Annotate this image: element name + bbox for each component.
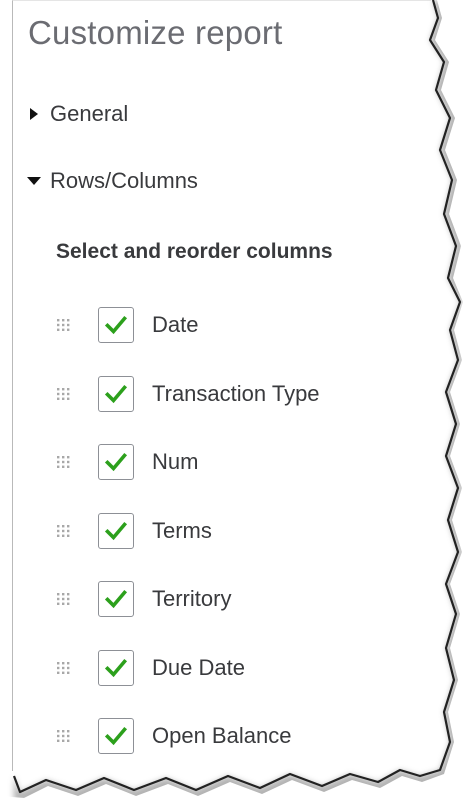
column-checkbox-transaction-type[interactable] [98, 375, 134, 412]
column-label: Transaction Type [152, 380, 320, 406]
column-label: Terms [152, 517, 212, 543]
checkmark-icon [104, 521, 128, 540]
column-label: Open Balance [152, 723, 292, 748]
drag-handle-icon[interactable] [56, 524, 74, 538]
column-checkbox-date[interactable] [98, 307, 134, 343]
column-item-date[interactable]: Date [56, 305, 198, 345]
checkmark-icon [104, 589, 128, 609]
column-label: Num [152, 449, 199, 474]
checkmark-icon [104, 658, 128, 677]
column-item-territory[interactable]: Territory [56, 579, 231, 619]
select-reorder-columns-heading: Select and reorder columns [56, 240, 333, 263]
column-checkbox-open-balance[interactable] [98, 718, 134, 754]
drag-handle-icon[interactable] [56, 387, 74, 401]
column-item-terms[interactable]: Terms [56, 511, 212, 551]
section-general-toggle[interactable]: General [26, 101, 128, 127]
column-checkbox-territory[interactable] [98, 581, 134, 617]
caret-down-icon [27, 177, 41, 185]
checkmark-icon [104, 452, 128, 472]
drag-handle-icon[interactable] [56, 455, 74, 469]
section-rows-columns-label: Rows/Columns [50, 168, 198, 193]
checkmark-icon [104, 726, 128, 746]
caret-right-icon [30, 108, 38, 120]
column-item-num[interactable]: Num [56, 442, 198, 482]
section-rows-columns-toggle[interactable]: Rows/Columns [26, 168, 198, 194]
drag-handle-icon[interactable] [56, 592, 74, 606]
column-label: Date [152, 312, 199, 337]
column-item-transaction-type[interactable]: Transaction Type [56, 374, 320, 414]
column-label: Territory [152, 586, 232, 611]
column-label: Due Date [152, 654, 245, 680]
drag-handle-icon[interactable] [56, 661, 74, 675]
checkmark-icon [104, 384, 128, 403]
column-item-open-balance[interactable]: Open Balance [56, 716, 291, 756]
drag-handle-icon[interactable] [56, 318, 74, 332]
column-checkbox-terms[interactable] [98, 512, 134, 549]
column-checkbox-due-date[interactable] [98, 649, 134, 686]
panel-title: Customize report [28, 14, 283, 51]
section-general-label: General [50, 101, 129, 126]
checkmark-icon [104, 315, 128, 335]
column-item-due-date[interactable]: Due Date [56, 648, 245, 688]
drag-handle-icon[interactable] [56, 729, 74, 743]
column-checkbox-num[interactable] [98, 444, 134, 480]
